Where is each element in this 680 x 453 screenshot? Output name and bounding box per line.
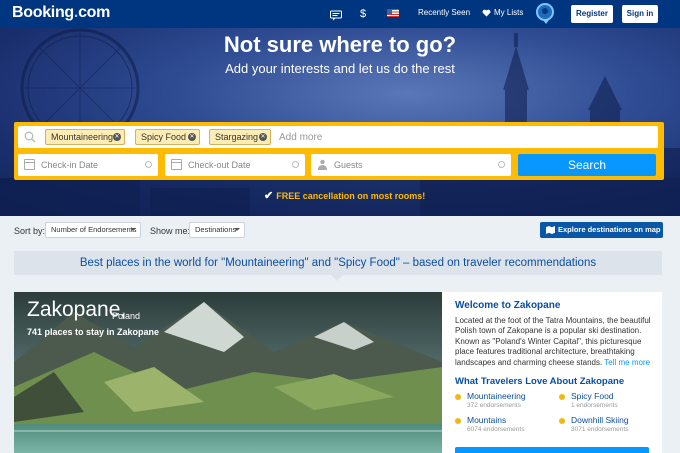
- guests-field[interactable]: Guests: [311, 154, 511, 176]
- calendar-icon: [171, 159, 182, 170]
- clear-icon[interactable]: [292, 161, 299, 168]
- show-me-label: Show me:: [150, 226, 191, 236]
- search-button[interactable]: Search: [518, 154, 656, 176]
- booking-logo[interactable]: Booking.com: [12, 4, 110, 22]
- clear-icon[interactable]: [498, 161, 505, 168]
- interest-chip-spicy-food[interactable]: Spicy Food ✕: [135, 129, 200, 145]
- chip-label: Stargazing: [215, 132, 259, 142]
- check-in-date-field[interactable]: Check-in Date: [18, 154, 158, 176]
- genius-pin-tail: [543, 20, 549, 24]
- explore-map-button[interactable]: Explore destinations on map: [540, 222, 663, 238]
- check-out-placeholder: Check-out Date: [188, 160, 251, 170]
- see-hotels-button[interactable]: [455, 447, 649, 453]
- endorsement-dot-icon: [455, 418, 461, 424]
- my-lists-link[interactable]: My Lists: [494, 8, 523, 17]
- places-to-stay-count[interactable]: 741 places to stay in Zakopane: [27, 327, 159, 337]
- add-more-placeholder[interactable]: Add more: [279, 132, 322, 143]
- chat-icon[interactable]: [330, 8, 342, 24]
- free-cancellation-notice: ✔ FREE cancellation on most rooms!: [264, 189, 425, 202]
- close-icon[interactable]: ✕: [259, 133, 267, 141]
- chevron-down-icon: [234, 228, 240, 231]
- map-icon: [546, 226, 555, 234]
- endorsement-dot-icon: [455, 394, 461, 400]
- genius-icon[interactable]: [536, 3, 554, 21]
- love-item-mountains[interactable]: Mountains: [467, 415, 506, 425]
- banner-pointer: [331, 275, 343, 281]
- love-item-endorsements: 3071 endorsements: [571, 426, 629, 433]
- free-cancellation-text: FREE cancellation on most rooms!: [276, 191, 426, 201]
- logo-suffix: com: [78, 4, 111, 21]
- sort-by-select[interactable]: Number of Endorsements: [45, 222, 141, 238]
- interest-chip-stargazing[interactable]: Stargazing ✕: [209, 129, 271, 145]
- show-me-value: Destinations: [195, 225, 237, 234]
- show-me-select[interactable]: Destinations: [189, 222, 245, 238]
- currency-selector[interactable]: $: [360, 6, 366, 22]
- check-out-date-field[interactable]: Check-out Date: [165, 154, 305, 176]
- chip-label: Spicy Food: [141, 132, 187, 142]
- heart-icon: [482, 9, 491, 17]
- recommendation-banner: Best places in the world for "Mountainee…: [14, 251, 662, 275]
- calendar-icon: [24, 159, 35, 170]
- flag-us-icon[interactable]: [387, 9, 399, 17]
- explore-map-label: Explore destinations on map: [558, 225, 661, 234]
- welcome-title[interactable]: Welcome to Zakopane: [455, 300, 560, 311]
- clear-icon[interactable]: [145, 161, 152, 168]
- love-item-endorsements: 372 endorsements: [467, 402, 521, 409]
- sort-by-label: Sort by:: [14, 226, 46, 236]
- person-icon: [318, 159, 327, 170]
- banner-text: Best places in the world for "Mountainee…: [79, 257, 597, 269]
- chip-label: Mountaineering: [51, 132, 114, 142]
- sign-in-button[interactable]: Sign in: [622, 5, 658, 23]
- recently-seen-link[interactable]: Recently Seen: [418, 8, 470, 17]
- check-icon: ✔: [264, 190, 274, 202]
- chevron-down-icon: [130, 228, 136, 231]
- love-item-endorsements: 1 endorsements: [571, 402, 618, 409]
- tell-me-more-link[interactable]: Tell me more: [604, 358, 650, 367]
- endorsement-dot-icon: [559, 394, 565, 400]
- love-item-spicy-food[interactable]: Spicy Food: [571, 391, 614, 401]
- destination-country: Poland: [112, 311, 141, 321]
- endorsement-dot-icon: [559, 418, 565, 424]
- check-in-placeholder: Check-in Date: [41, 160, 99, 170]
- hero-title: Not sure where to go?: [223, 32, 457, 57]
- love-item-mountaineering[interactable]: Mountaineering: [467, 391, 526, 401]
- close-icon[interactable]: ✕: [188, 133, 196, 141]
- hero-subtitle: Add your interests and let us do the res…: [225, 61, 455, 76]
- register-button[interactable]: Register: [571, 5, 613, 23]
- traveler-loves-title: What Travelers Love About Zakopane: [455, 376, 625, 387]
- guests-placeholder: Guests: [334, 160, 363, 170]
- sort-by-value: Number of Endorsements: [51, 225, 137, 234]
- close-icon[interactable]: ✕: [113, 133, 121, 141]
- love-item-downhill-skiing[interactable]: Downhill Skiing: [571, 415, 629, 425]
- logo-text: Booking: [12, 4, 74, 21]
- love-item-endorsements: 6074 endorsements: [467, 426, 525, 433]
- destination-description: Located at the foot of the Tatra Mountai…: [455, 316, 655, 368]
- interest-chip-mountaineering[interactable]: Mountaineering ✕: [45, 129, 125, 145]
- search-icon: [24, 131, 36, 143]
